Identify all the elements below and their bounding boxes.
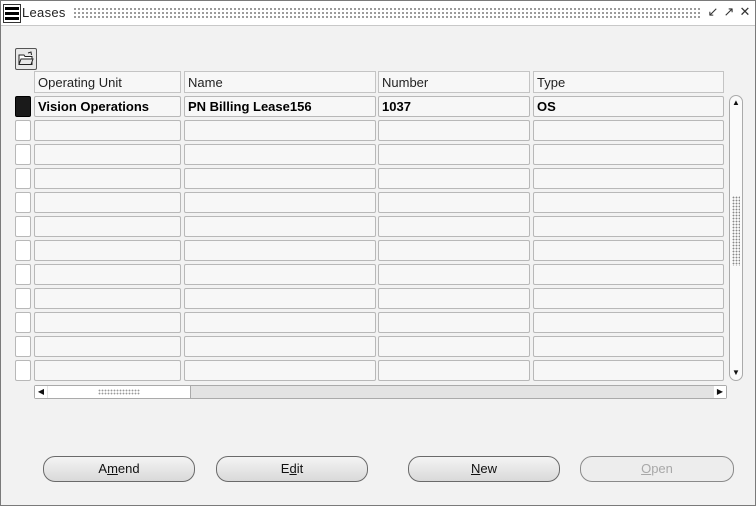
cell-type[interactable]	[533, 336, 724, 357]
cell-number[interactable]	[378, 120, 530, 141]
cell-name[interactable]	[184, 360, 376, 381]
row-selector[interactable]	[15, 216, 31, 237]
cell-name[interactable]	[184, 288, 376, 309]
close-icon[interactable]: ✕	[738, 4, 752, 20]
window-title: Leases	[22, 5, 66, 20]
cell-name[interactable]	[184, 312, 376, 333]
cell-operating-unit[interactable]	[34, 240, 181, 261]
cell-name[interactable]	[184, 192, 376, 213]
row-selector[interactable]	[15, 120, 31, 141]
cell-operating-unit[interactable]	[34, 168, 181, 189]
new-button[interactable]: New	[408, 456, 560, 482]
row-selector[interactable]	[15, 336, 31, 357]
row-selector[interactable]	[15, 192, 31, 213]
folder-button[interactable]	[15, 48, 37, 70]
horizontal-scrollbar[interactable]: ◀ ▶	[34, 385, 727, 399]
row-selector[interactable]	[15, 264, 31, 285]
maximize-icon[interactable]: ↗	[722, 4, 736, 20]
cell-operating-unit[interactable]	[34, 264, 181, 285]
scroll-left-icon[interactable]: ◀	[35, 386, 47, 398]
cell-number[interactable]	[378, 336, 530, 357]
row-selector[interactable]	[15, 240, 31, 261]
title-bar[interactable]: Leases ↙ ↗ ✕	[1, 1, 755, 26]
cell-name[interactable]	[184, 168, 376, 189]
cell-number[interactable]: 1037	[378, 96, 530, 117]
cell-type[interactable]: OS	[533, 96, 724, 117]
cell-type[interactable]	[533, 192, 724, 213]
cell-number[interactable]	[378, 144, 530, 165]
row-selector[interactable]	[15, 96, 31, 117]
cell-type[interactable]	[533, 120, 724, 141]
column-header-type[interactable]: Type	[533, 71, 724, 93]
column-header-operating-unit[interactable]: Operating Unit	[34, 71, 181, 93]
cell-type[interactable]	[533, 240, 724, 261]
cell-operating-unit[interactable]	[34, 120, 181, 141]
minimize-icon[interactable]: ↙	[706, 4, 720, 20]
amend-button[interactable]: Amend	[43, 456, 195, 482]
cell-number[interactable]	[378, 312, 530, 333]
cell-type[interactable]	[533, 264, 724, 285]
cell-number[interactable]	[378, 168, 530, 189]
cell-number[interactable]	[378, 360, 530, 381]
cell-name[interactable]	[184, 240, 376, 261]
cell-operating-unit[interactable]	[34, 312, 181, 333]
vertical-scroll-thumb[interactable]	[732, 196, 740, 266]
cell-number[interactable]	[378, 240, 530, 261]
row-selector[interactable]	[15, 360, 31, 381]
oracle-app-icon	[3, 4, 21, 23]
column-header-name[interactable]: Name	[184, 71, 376, 93]
cell-operating-unit[interactable]	[34, 144, 181, 165]
cell-name[interactable]	[184, 120, 376, 141]
cell-operating-unit[interactable]	[34, 336, 181, 357]
cell-name[interactable]	[184, 216, 376, 237]
cell-operating-unit[interactable]	[34, 192, 181, 213]
cell-operating-unit[interactable]: Vision Operations	[34, 96, 181, 117]
cell-operating-unit[interactable]	[34, 216, 181, 237]
leases-window: Leases ↙ ↗ ✕ Operating Unit Name Number …	[0, 0, 756, 506]
row-selector[interactable]	[15, 288, 31, 309]
scroll-down-icon[interactable]: ▼	[730, 367, 742, 379]
cell-operating-unit[interactable]	[34, 360, 181, 381]
vertical-scrollbar[interactable]: ▲ ▼	[729, 95, 743, 381]
cell-type[interactable]	[533, 312, 724, 333]
column-header-number[interactable]: Number	[378, 71, 530, 93]
edit-button[interactable]: Edit	[216, 456, 368, 482]
cell-operating-unit[interactable]	[34, 288, 181, 309]
cell-name[interactable]	[184, 144, 376, 165]
cell-name[interactable]	[184, 336, 376, 357]
row-selector[interactable]	[15, 144, 31, 165]
row-selector[interactable]	[15, 312, 31, 333]
cell-type[interactable]	[533, 360, 724, 381]
cell-number[interactable]	[378, 264, 530, 285]
cell-name[interactable]	[184, 264, 376, 285]
cell-name[interactable]: PN Billing Lease156	[184, 96, 376, 117]
cell-number[interactable]	[378, 192, 530, 213]
cell-type[interactable]	[533, 168, 724, 189]
scroll-up-icon[interactable]: ▲	[730, 97, 742, 109]
folder-open-icon	[18, 51, 34, 65]
row-selector[interactable]	[15, 168, 31, 189]
cell-type[interactable]	[533, 144, 724, 165]
cell-number[interactable]	[378, 288, 530, 309]
title-bar-texture	[73, 7, 701, 18]
scroll-right-icon[interactable]: ▶	[714, 386, 726, 398]
cell-type[interactable]	[533, 216, 724, 237]
cell-type[interactable]	[533, 288, 724, 309]
cell-number[interactable]	[378, 216, 530, 237]
horizontal-scroll-thumb[interactable]	[48, 386, 191, 398]
open-button[interactable]: Open	[580, 456, 734, 482]
